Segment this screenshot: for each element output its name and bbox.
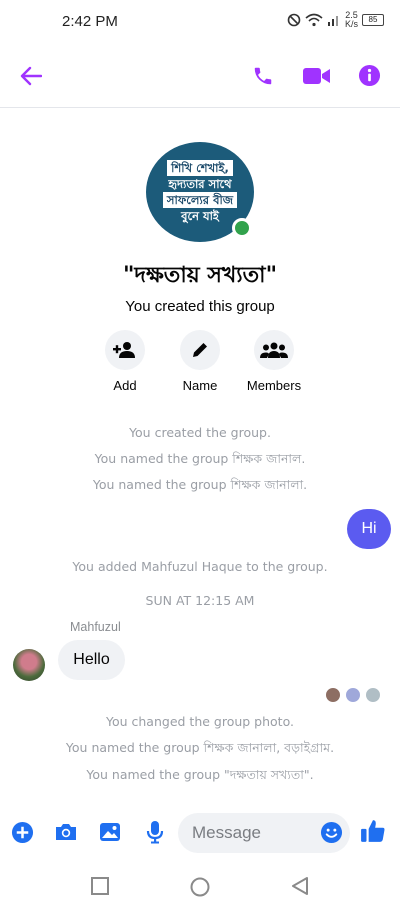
add-member-button[interactable]: Add — [85, 330, 165, 393]
battery-indicator: 85 — [362, 14, 384, 26]
action-label: Add — [113, 378, 137, 393]
phone-icon[interactable] — [250, 63, 276, 89]
online-status-dot — [232, 218, 252, 238]
group-photo-text: বুনে যাই — [181, 209, 219, 223]
signal-icon — [327, 16, 338, 26]
wifi-icon — [305, 13, 323, 27]
pencil-icon — [180, 330, 220, 370]
read-receipt-avatar — [365, 687, 381, 703]
system-message: You created the group. — [129, 425, 271, 440]
microphone-icon[interactable] — [143, 819, 167, 845]
home-circle-icon[interactable] — [189, 876, 211, 898]
status-icons: 2.5 K/s 85 — [287, 11, 384, 29]
gallery-icon[interactable] — [98, 820, 122, 844]
message-composer — [0, 808, 400, 856]
group-photo[interactable]: শিখি শেখাই, হৃদ্যতার সাথে সাফল্যের বীজ ব… — [146, 142, 254, 242]
status-bar: 2:42 PM 2.5 K/s 85 — [0, 0, 400, 44]
members-button[interactable]: Members — [234, 330, 314, 393]
plus-icon[interactable] — [10, 820, 34, 844]
network-speed: 2.5 K/s — [344, 10, 358, 29]
system-message: You changed the group photo. — [105, 714, 294, 729]
read-receipt-avatar — [345, 687, 361, 703]
status-time: 2:42 PM — [62, 13, 118, 30]
read-receipt-avatar — [325, 687, 341, 703]
add-person-icon — [105, 330, 145, 370]
group-subtitle: You created this group — [125, 298, 275, 315]
members-icon — [254, 330, 294, 370]
back-arrow-icon[interactable] — [18, 64, 44, 88]
do-not-disturb-icon — [287, 13, 301, 27]
system-message: You named the group "দক্ষতায় সখ্যতা". — [86, 767, 314, 782]
recents-square-icon[interactable] — [90, 876, 110, 896]
emoji-icon[interactable] — [319, 820, 343, 844]
action-label: Members — [246, 378, 302, 393]
group-photo-text: শিখি শেখাই, — [167, 160, 233, 176]
back-triangle-icon[interactable] — [290, 876, 310, 896]
name-group-button[interactable]: Name — [160, 330, 240, 393]
info-icon[interactable] — [357, 63, 381, 87]
group-photo-text: হৃদ্যতার সাথে — [168, 177, 232, 191]
system-message: You named the group শিক্ষক জানালা. — [92, 477, 308, 492]
group-title: "দক্ষতায় সখ্যতা" — [122, 263, 278, 288]
outgoing-message-bubble[interactable]: Hi — [347, 509, 391, 549]
system-message: You named the group শিক্ষক জানালা, বড়াই… — [65, 740, 335, 755]
system-message: You named the group শিক্ষক জানাল. — [94, 451, 306, 466]
conversation-header — [0, 44, 400, 108]
sender-name: Mahfuzul — [70, 620, 121, 634]
thumbs-up-icon[interactable] — [360, 818, 386, 844]
group-photo-text: সাফল্যের বীজ — [162, 192, 238, 208]
camera-icon[interactable] — [54, 820, 78, 844]
action-label: Name — [182, 378, 218, 393]
system-message: You added Mahfuzul Haque to the group. — [72, 559, 328, 574]
message-timestamp: SUN AT 12:15 AM — [145, 593, 255, 608]
avatar[interactable] — [13, 649, 45, 681]
system-navigation-bar — [0, 860, 400, 913]
incoming-message-bubble[interactable]: Hello — [58, 640, 125, 680]
video-camera-icon[interactable] — [302, 64, 330, 88]
